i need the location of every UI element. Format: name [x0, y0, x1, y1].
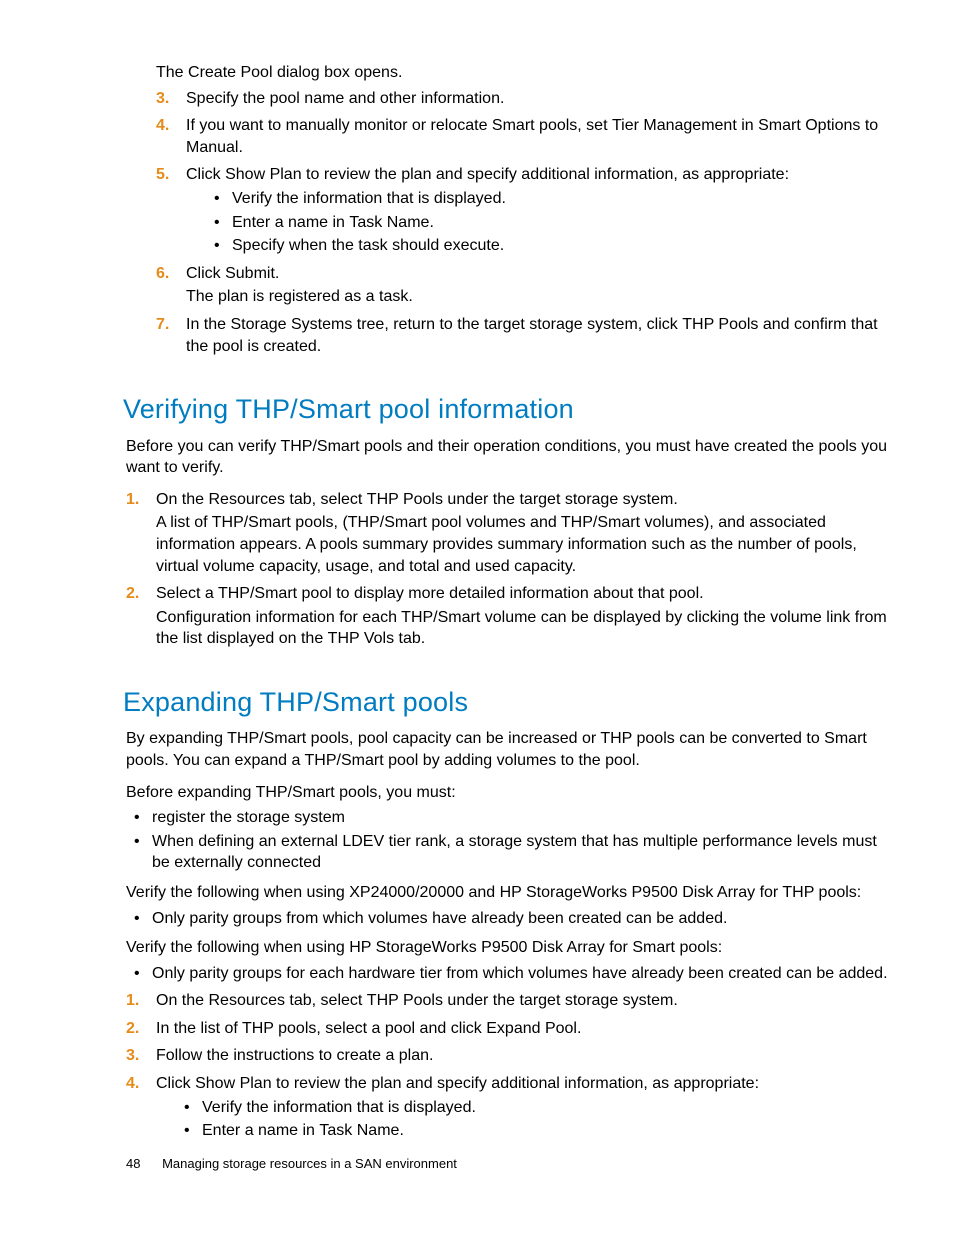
sec2-p2: Before expanding THP/Smart pools, you mu…	[126, 782, 890, 804]
sec1-ordered-list: 1. On the Resources tab, select THP Pools…	[126, 489, 890, 650]
sec2-bullets-1: register the storage systemWhen defining…	[132, 807, 890, 874]
sub-bullet-item: Verify the information that is displayed…	[182, 1097, 890, 1119]
sub-bullet-list: Verify the information that is displayed…	[182, 1097, 890, 1142]
list-item: 2. In the list of THP pools, select a poo…	[126, 1018, 890, 1040]
list-item: 5. Click Show Plan to review the plan and…	[156, 164, 890, 256]
intro-line: The Create Pool dialog box opens.	[156, 62, 890, 84]
list-item-text: Click Submit.	[186, 263, 890, 285]
top-block: The Create Pool dialog box opens. 3. Spec…	[156, 62, 890, 357]
list-item-text: On the Resources tab, select THP Pools u…	[156, 990, 890, 1012]
list-number: 7.	[156, 314, 169, 336]
bullet-item: Only parity groups from which volumes ha…	[132, 908, 890, 930]
document-page: The Create Pool dialog box opens. 3. Spec…	[0, 0, 954, 1235]
list-number: 2.	[126, 1018, 139, 1040]
sub-bullet-item: Enter a name in Task Name.	[212, 212, 890, 234]
list-item: 2. Select a THP/Smart pool to display mor…	[126, 583, 890, 650]
list-number: 3.	[156, 88, 169, 110]
list-item-followup: A list of THP/Smart pools, (THP/Smart po…	[156, 512, 890, 577]
bullet-item: When defining an external LDEV tier rank…	[132, 831, 890, 874]
sec2-p4: Verify the following when using HP Stora…	[126, 937, 890, 959]
sec2-bullets-3: Only parity groups for each hardware tie…	[132, 963, 890, 985]
chapter-title: Managing storage resources in a SAN envi…	[162, 1156, 457, 1171]
sub-bullet-item: Verify the information that is displayed…	[212, 188, 890, 210]
list-item-text: Click Show Plan to review the plan and s…	[156, 1073, 890, 1095]
list-item: 4. If you want to manually monitor or rel…	[156, 115, 890, 158]
list-number: 6.	[156, 263, 169, 285]
list-number: 4.	[126, 1073, 139, 1095]
sec2-ordered-list: 1. On the Resources tab, select THP Pools…	[126, 990, 890, 1142]
list-item: 1. On the Resources tab, select THP Pools…	[126, 489, 890, 577]
sub-bullet-list: Verify the information that is displayed…	[212, 188, 890, 257]
section-heading-expanding: Expanding THP/Smart pools	[123, 684, 890, 720]
list-item-text: On the Resources tab, select THP Pools u…	[156, 489, 890, 511]
list-item-text: Select a THP/Smart pool to display more …	[156, 583, 890, 605]
sub-bullet-item: Specify when the task should execute.	[212, 235, 890, 257]
list-item: 6. Click Submit.The plan is registered as…	[156, 263, 890, 308]
list-number: 5.	[156, 164, 169, 186]
list-item: 3. Follow the instructions to create a pl…	[126, 1045, 890, 1067]
section-heading-verifying: Verifying THP/Smart pool information	[123, 391, 890, 427]
list-item: 3. Specify the pool name and other inform…	[156, 88, 890, 110]
list-item: 1. On the Resources tab, select THP Pools…	[126, 990, 890, 1012]
page-footer: 48 Managing storage resources in a SAN e…	[126, 1155, 457, 1173]
sec2-p1: By expanding THP/Smart pools, pool capac…	[126, 728, 890, 771]
list-number: 3.	[126, 1045, 139, 1067]
content-area: The Create Pool dialog box opens. 3. Spec…	[126, 62, 890, 1142]
list-item: 4. Click Show Plan to review the plan and…	[126, 1073, 890, 1142]
list-item: 7. In the Storage Systems tree, return to…	[156, 314, 890, 357]
sec2-bullets-2: Only parity groups from which volumes ha…	[132, 908, 890, 930]
sec2-p3: Verify the following when using XP24000/…	[126, 882, 890, 904]
list-number: 4.	[156, 115, 169, 137]
list-number: 1.	[126, 489, 139, 511]
list-item-text: Specify the pool name and other informat…	[186, 88, 890, 110]
sub-bullet-item: Enter a name in Task Name.	[182, 1120, 890, 1142]
list-item-followup: Configuration information for each THP/S…	[156, 607, 890, 650]
top-ordered-list: 3. Specify the pool name and other inform…	[156, 88, 890, 358]
page-number: 48	[126, 1156, 140, 1171]
list-number: 1.	[126, 990, 139, 1012]
list-item-text: Click Show Plan to review the plan and s…	[186, 164, 890, 186]
list-item-text: In the Storage Systems tree, return to t…	[186, 314, 890, 357]
bullet-item: register the storage system	[132, 807, 890, 829]
bullet-item: Only parity groups for each hardware tie…	[132, 963, 890, 985]
list-item-text: In the list of THP pools, select a pool …	[156, 1018, 890, 1040]
list-item-text: If you want to manually monitor or reloc…	[186, 115, 890, 158]
list-item-text: Follow the instructions to create a plan…	[156, 1045, 890, 1067]
list-number: 2.	[126, 583, 139, 605]
list-item-followup: The plan is registered as a task.	[186, 286, 890, 308]
sec1-intro: Before you can verify THP/Smart pools an…	[126, 436, 890, 479]
